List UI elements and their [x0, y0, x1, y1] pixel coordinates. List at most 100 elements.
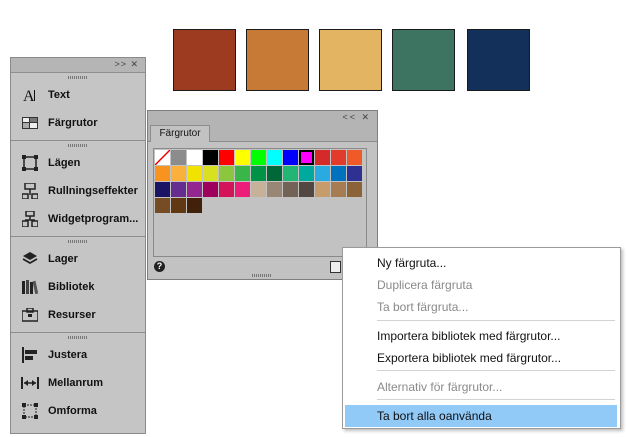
- help-icon[interactable]: ?: [154, 261, 165, 272]
- panel-controls[interactable]: >> ✕: [114, 58, 139, 71]
- menu-item[interactable]: Exportera bibliotek med färgrutor...: [345, 347, 617, 369]
- panel-item-library[interactable]: Bibliotek: [11, 273, 145, 301]
- panel-item-assets[interactable]: Resurser: [11, 301, 145, 329]
- swatch-cell[interactable]: [251, 182, 266, 197]
- tab-swatches[interactable]: Färgrutor: [150, 125, 210, 142]
- swatch-cell[interactable]: [235, 182, 250, 197]
- menu-item: Duplicera färgruta: [377, 278, 473, 292]
- svg-text:A: A: [23, 88, 35, 103]
- new-swatch-icon[interactable]: [330, 261, 341, 273]
- swatch-cell[interactable]: [299, 150, 314, 165]
- swatch-cell[interactable]: [235, 166, 250, 181]
- menu-separator: [377, 399, 615, 400]
- swatch-cell[interactable]: [283, 150, 298, 165]
- menu-item[interactable]: Ta bort alla oanvända: [345, 405, 617, 427]
- panel-item-label: Bibliotek: [48, 281, 95, 293]
- assets-icon: [21, 306, 39, 324]
- swatch-cell[interactable]: [299, 182, 314, 197]
- tools-panel-header[interactable]: >> ✕: [11, 58, 145, 73]
- swatch-cell[interactable]: [267, 150, 282, 165]
- swatch-cell[interactable]: [203, 166, 218, 181]
- swatch-cell[interactable]: [171, 166, 186, 181]
- swatch-cell[interactable]: [347, 166, 362, 181]
- panel-item-scroll-effects[interactable]: Rullningseffekter: [11, 177, 145, 205]
- menu-separator: [377, 320, 615, 321]
- swatch-cell[interactable]: [187, 182, 202, 197]
- text-icon: A: [21, 86, 39, 104]
- big-swatch-sand: [319, 29, 382, 91]
- swatch-cell[interactable]: [331, 166, 346, 181]
- menu-item[interactable]: Importera bibliotek med färgrutor...: [345, 325, 617, 347]
- swatch-cell[interactable]: [155, 198, 170, 213]
- menu-separator: [377, 370, 615, 371]
- swatch-cell[interactable]: [171, 150, 186, 165]
- panel-item-label: Text: [48, 89, 70, 101]
- swatch-cell[interactable]: [171, 198, 186, 213]
- swatch-cell[interactable]: [155, 182, 170, 197]
- panel-item-label: Rullningseffekter: [48, 185, 138, 197]
- panel-item-text[interactable]: A Text: [11, 81, 145, 109]
- panel-item-label: Justera: [48, 349, 88, 361]
- panel-item-label: Lager: [48, 253, 78, 265]
- swatch-cell[interactable]: [299, 166, 314, 181]
- group-grip[interactable]: [11, 141, 145, 149]
- swatch-cell[interactable]: [251, 166, 266, 181]
- big-swatch-rust: [173, 29, 236, 91]
- swatch-cell[interactable]: [315, 166, 330, 181]
- swatch-cell[interactable]: [315, 182, 330, 197]
- swatch-cell[interactable]: [235, 150, 250, 165]
- panel-item-label: Widgetprogram...: [48, 213, 139, 225]
- panel-item-label: Mellanrum: [48, 377, 104, 389]
- group-grip[interactable]: [11, 73, 145, 81]
- group-grip[interactable]: [11, 237, 145, 245]
- panel-item-widget[interactable]: Widgetprogram...: [11, 205, 145, 233]
- big-swatch-teal: [392, 29, 455, 91]
- panel-item-states[interactable]: Lägen: [11, 149, 145, 177]
- swatch-cell[interactable]: [203, 182, 218, 197]
- swatch-cell[interactable]: [331, 150, 346, 165]
- panel-item-transform[interactable]: Omforma: [11, 397, 145, 425]
- panel-item-swatches[interactable]: Färgrutor: [11, 109, 145, 137]
- scroll-effects-icon: [21, 182, 39, 200]
- panel-controls[interactable]: << ✕: [342, 111, 371, 124]
- panel-item-spacing[interactable]: Mellanrum: [11, 369, 145, 397]
- swatch-cell[interactable]: [219, 182, 234, 197]
- context-menu: Ny färgruta... Duplicera färgruta Ta bort …: [342, 247, 621, 429]
- panel-item-label: Omforma: [48, 405, 97, 417]
- swatch-cell[interactable]: [203, 150, 218, 165]
- states-icon: [21, 154, 39, 172]
- menu-item: Ta bort färgruta...: [377, 300, 469, 314]
- swatch-cell[interactable]: [331, 182, 346, 197]
- tools-panel: >> ✕ A Text Färgrutor Lägen Rullningseffekte…: [10, 57, 146, 434]
- swatch-cell[interactable]: [251, 150, 266, 165]
- menu-item[interactable]: Ny färgruta...: [345, 252, 617, 274]
- swatch-cell[interactable]: [171, 182, 186, 197]
- panel-item-align[interactable]: Justera: [11, 341, 145, 369]
- panel-item-label: Resurser: [48, 309, 96, 321]
- panel-item-label: Lägen: [48, 157, 81, 169]
- swatch-cell[interactable]: [219, 150, 234, 165]
- swatch-cell[interactable]: [187, 198, 202, 213]
- group-grip[interactable]: [11, 333, 145, 341]
- layers-icon: [21, 250, 39, 268]
- panel-item-layers[interactable]: Lager: [11, 245, 145, 273]
- swatch-cell[interactable]: [187, 150, 202, 165]
- spacing-icon: [21, 374, 39, 392]
- swatches-panel-header[interactable]: << ✕: [148, 111, 377, 124]
- swatch-cell[interactable]: [267, 166, 282, 181]
- swatch-cell[interactable]: [283, 182, 298, 197]
- swatch-cell[interactable]: [347, 182, 362, 197]
- swatch-cell[interactable]: [219, 166, 234, 181]
- swatch-none[interactable]: [154, 149, 171, 166]
- swatch-cell[interactable]: [283, 166, 298, 181]
- swatch-grid: [153, 148, 367, 257]
- swatch-cell[interactable]: [347, 150, 362, 165]
- align-icon: [21, 346, 39, 364]
- big-swatch-navy: [467, 29, 530, 91]
- swatch-cell[interactable]: [187, 166, 202, 181]
- swatch-cell[interactable]: [315, 150, 330, 165]
- swatch-cell[interactable]: [267, 182, 282, 197]
- resize-grip[interactable]: [252, 274, 272, 277]
- library-icon: [21, 278, 39, 296]
- swatch-cell[interactable]: [155, 166, 170, 181]
